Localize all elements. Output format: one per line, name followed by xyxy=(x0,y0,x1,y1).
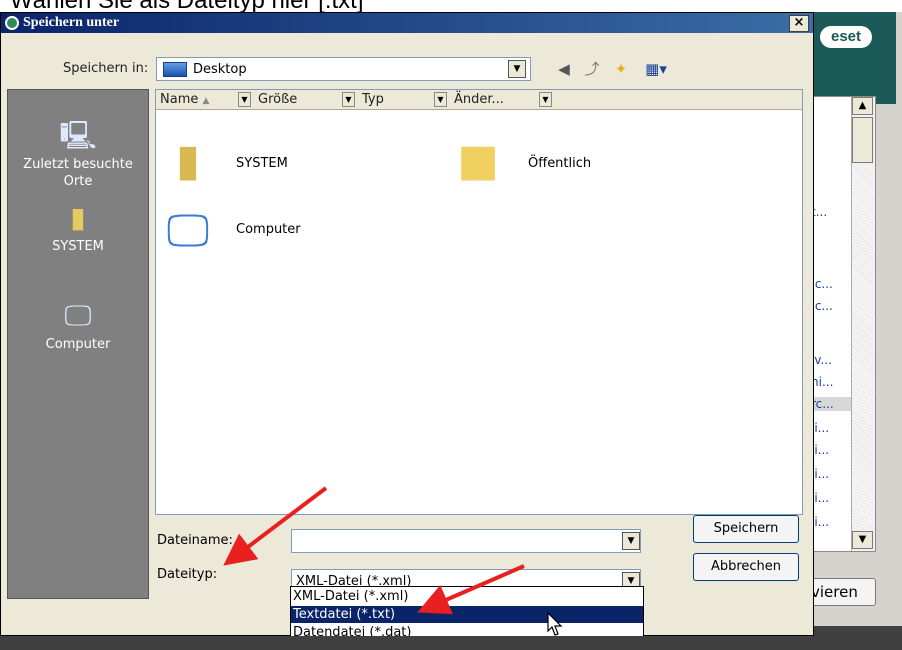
eset-logo: eset xyxy=(820,26,872,48)
scrollbar-thumb[interactable] xyxy=(852,117,873,163)
save-in-combo[interactable]: Desktop ▼ xyxy=(156,57,531,81)
background-button[interactable]: vieren xyxy=(806,578,876,606)
chevron-down-icon[interactable]: ▼ xyxy=(508,60,526,78)
file-computer-label[interactable]: Computer xyxy=(236,222,301,237)
file-list[interactable]: Name ▲ ▼ Größe ▼ Typ ▼ Änder... ▼ ▮ SYST… xyxy=(155,89,803,515)
save-in-value: Desktop xyxy=(193,62,247,77)
mouse-cursor-icon xyxy=(547,612,563,636)
chevron-down-icon[interactable]: ▼ xyxy=(434,92,447,107)
cancel-button[interactable]: Abbrechen xyxy=(693,553,799,581)
computer-icon[interactable]: 🖵 xyxy=(162,204,214,258)
place-recent[interactable]: 🖳 Zuletzt besuchte Orte xyxy=(8,120,148,190)
file-public-label[interactable]: Öffentlich xyxy=(528,156,591,171)
save-as-dialog: Speichern unter × Speichern in: Desktop … xyxy=(0,12,814,636)
chevron-down-icon[interactable]: ▼ xyxy=(622,532,640,550)
column-name[interactable]: Name ▲ xyxy=(160,92,209,107)
list-item[interactable]: iv... xyxy=(811,353,832,367)
filetype-option-txt[interactable]: Textdatei (*.txt) xyxy=(291,606,643,623)
filename-label: Dateiname: xyxy=(157,533,233,548)
column-header: Name ▲ ▼ Größe ▼ Typ ▼ Änder... ▼ xyxy=(156,90,802,110)
filetype-label: Dateityp: xyxy=(157,567,218,582)
save-in-label: Speichern in: xyxy=(63,61,149,76)
place-computer-label: Computer xyxy=(45,337,111,352)
bottom-shadow xyxy=(0,636,902,650)
chevron-down-icon[interactable]: ▼ xyxy=(539,92,552,107)
places-bar: 🖳 Zuletzt besuchte Orte ▮ SYSTEM 🖵 Compu… xyxy=(7,89,149,599)
file-system-label[interactable]: SYSTEM xyxy=(236,156,288,171)
recent-places-icon: 🖳 xyxy=(59,119,97,152)
place-system-label: SYSTEM xyxy=(52,239,104,254)
place-recent-label: Zuletzt besuchte Orte xyxy=(23,157,133,189)
background-eset-window: eset t... .c... .c... iv... ni... rc... … xyxy=(806,12,902,650)
new-folder-icon[interactable]: ✦ xyxy=(610,59,632,79)
list-item[interactable]: .c... xyxy=(811,277,833,291)
background-scrollbar-track[interactable] xyxy=(851,97,875,551)
computer-icon: 🖵 xyxy=(64,299,92,332)
chevron-down-icon[interactable]: ▼ xyxy=(238,92,251,107)
dialog-title: Speichern unter xyxy=(23,15,120,30)
scroll-up-icon[interactable]: ▲ xyxy=(852,97,873,115)
list-item[interactable]: ni... xyxy=(811,375,833,389)
column-type[interactable]: Typ xyxy=(362,92,384,107)
back-icon[interactable]: ◀ xyxy=(553,59,575,79)
save-button[interactable]: Speichern xyxy=(693,515,799,543)
dialog-icon xyxy=(5,16,19,30)
user-folder-icon[interactable]: ▮ xyxy=(162,134,214,188)
filetype-dropdown: XML-Datei (*.xml) Textdatei (*.txt) Date… xyxy=(290,586,644,642)
title-bar[interactable]: Speichern unter × xyxy=(1,13,813,33)
chevron-down-icon[interactable]: ▼ xyxy=(342,92,355,107)
user-folder-icon: ▮ xyxy=(70,201,86,234)
eset-header: eset xyxy=(806,12,896,104)
scroll-down-icon[interactable]: ▼ xyxy=(852,531,873,549)
background-list: t... .c... .c... iv... ni... rc... li...… xyxy=(806,96,876,552)
filename-input[interactable]: ▼ xyxy=(291,529,641,553)
list-item[interactable]: .c... xyxy=(811,299,833,313)
view-menu-icon[interactable]: ▦▾ xyxy=(639,59,673,79)
place-computer[interactable]: 🖵 Computer xyxy=(8,300,148,353)
place-system[interactable]: ▮ SYSTEM xyxy=(8,202,148,255)
filetype-option-xml[interactable]: XML-Datei (*.xml) xyxy=(291,588,643,605)
folder-icon[interactable]: ■ xyxy=(452,134,504,188)
column-size[interactable]: Größe xyxy=(258,92,297,107)
desktop-icon xyxy=(163,62,187,77)
column-modified[interactable]: Änder... xyxy=(454,92,504,107)
up-folder-icon[interactable]: ⤴ xyxy=(581,59,603,79)
close-button[interactable]: × xyxy=(789,15,809,32)
